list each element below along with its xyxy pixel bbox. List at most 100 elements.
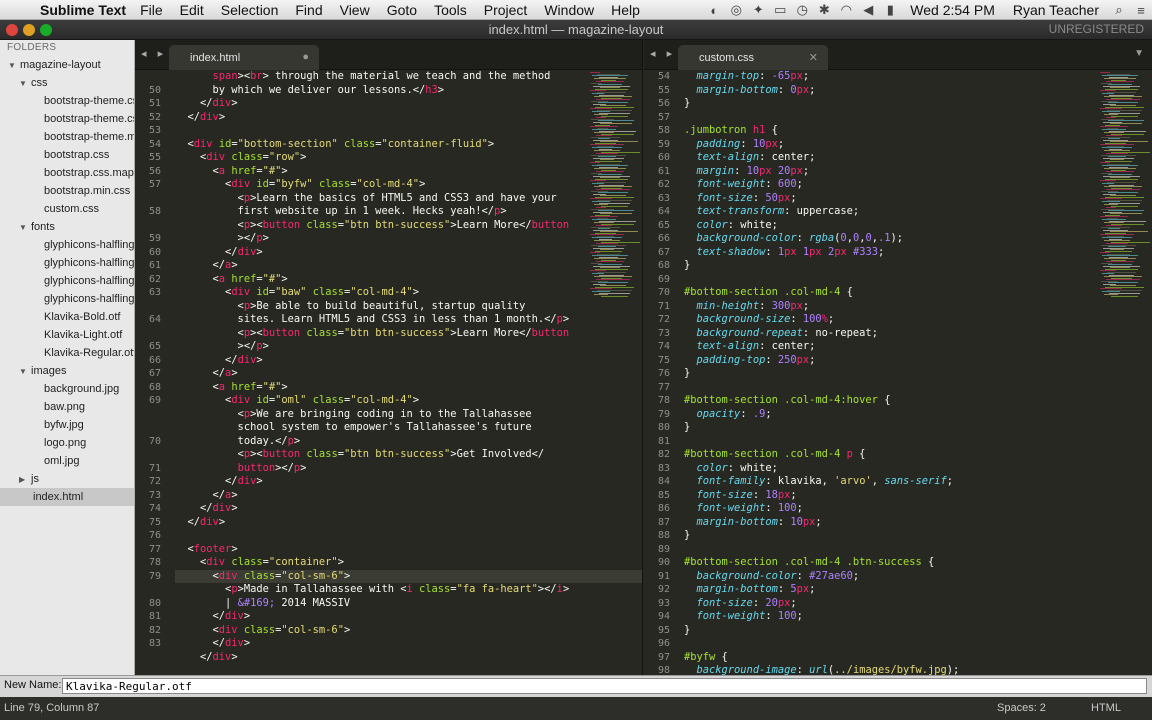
time-machine-icon[interactable]: ◷	[791, 2, 813, 18]
sidebar-file-item[interactable]: glyphicons-halflings-regular.svg	[0, 254, 134, 272]
menu-goto[interactable]: Goto	[387, 2, 417, 18]
sidebar-folder-item[interactable]: ▼ images	[0, 362, 134, 380]
bluetooth-icon[interactable]: ✱	[813, 2, 835, 18]
tab-index-html[interactable]: index.html ●	[169, 45, 319, 70]
code-token: {	[921, 556, 935, 568]
code-token: div	[218, 623, 238, 636]
line-number: 50	[148, 84, 161, 96]
code-token: margin	[696, 164, 735, 177]
code-token: px	[790, 299, 803, 312]
sidebar-file-item[interactable]: bootstrap-theme.min.css	[0, 128, 134, 146]
code-line: </div>	[175, 502, 238, 516]
sidebar-file-item[interactable]: bootstrap.css	[0, 146, 134, 164]
sidebar-folder-item[interactable]: ▶ js	[0, 470, 134, 488]
sidebar-file-item[interactable]: index.html	[0, 488, 134, 506]
disclosure-closed-icon[interactable]: ▶	[19, 471, 31, 488]
code-token: {	[852, 448, 866, 460]
menu-tools[interactable]: Tools	[434, 2, 467, 18]
menu-view[interactable]: View	[340, 2, 370, 18]
sidebar-file-item[interactable]: bootstrap.css.map	[0, 164, 134, 182]
new-name-input[interactable]	[62, 678, 1147, 694]
sidebar-file-item[interactable]: logo.png	[0, 434, 134, 452]
tab-scroll-arrows-icon[interactable]: ◂ ▸	[650, 47, 676, 60]
tab-close-icon[interactable]: ✕	[809, 51, 818, 64]
minimap-right[interactable]	[1097, 70, 1152, 675]
line-number: 61	[148, 260, 161, 271]
line-number: 97	[657, 651, 670, 663]
window-title: index.html — magazine-layout	[488, 22, 664, 37]
sidebar-folder-item[interactable]: ▼ magazine-layout	[0, 56, 134, 74]
menu-file[interactable]: File	[140, 2, 163, 18]
line-number: 51	[148, 98, 161, 109]
tab-custom-css[interactable]: custom.css ✕	[678, 45, 828, 70]
code-line: margin-bottom: 10px;	[684, 516, 822, 530]
code-line: min-height: 300px;	[684, 299, 810, 314]
menu-selection[interactable]: Selection	[221, 2, 279, 18]
sidebar-folder-item[interactable]: ▼ css	[0, 74, 134, 92]
sidebar-file-item[interactable]: custom.css	[0, 200, 134, 218]
sidebar-file-item[interactable]: glyphicons-halflings-regular.woff	[0, 290, 134, 308]
menu-project[interactable]: Project	[484, 2, 528, 18]
sidebar-file-item[interactable]: glyphicons-halflings-regular.eot	[0, 236, 134, 254]
menu-find[interactable]: Find	[295, 2, 322, 18]
sidebar-item-label: glyphicons-halflings-regular.eot	[44, 239, 134, 251]
indentation-setting[interactable]: Spaces: 2	[997, 702, 1046, 714]
sidebar-file-item[interactable]: oml.jpg	[0, 452, 134, 470]
sidebar-file-item[interactable]: byfw.jpg	[0, 416, 134, 434]
disclosure-open-icon[interactable]: ▼	[8, 57, 20, 74]
code-token: ></	[275, 461, 294, 474]
code-line: #bottom-section .col-md-4:hover {	[684, 394, 890, 408]
tab-dirty-dot-icon[interactable]: ●	[302, 51, 309, 63]
airplay-icon[interactable]: ▭	[769, 2, 791, 18]
line-number: 96	[657, 638, 670, 649]
disclosure-open-icon[interactable]: ▼	[19, 219, 31, 236]
menubar-user[interactable]: Ryan Teacher	[1013, 2, 1099, 18]
sidebar-item-label: baw.png	[44, 401, 85, 413]
sidebar-item-label: images	[31, 365, 67, 377]
volume-icon[interactable]: ◀	[857, 2, 879, 18]
sidebar-file-item[interactable]: Klavika-Bold.otf	[0, 308, 134, 326]
code-token: }	[684, 259, 691, 271]
status-app-icon[interactable]: ◐	[703, 3, 725, 18]
battery-icon[interactable]: ▮	[879, 2, 901, 18]
line-number: 85	[657, 489, 670, 501]
code-token: px	[796, 583, 810, 595]
wifi-icon[interactable]: ◠	[835, 2, 857, 18]
disclosure-open-icon[interactable]: ▼	[19, 75, 31, 92]
sidebar-file-item[interactable]: bootstrap-theme.css	[0, 92, 134, 110]
line-number: 94	[657, 611, 670, 622]
sidebar-folder-item[interactable]: ▼ fonts	[0, 218, 134, 236]
minimap-left[interactable]	[587, 70, 642, 675]
menu-edit[interactable]: Edit	[180, 2, 204, 18]
line-number-gutter-left: 50 51 52 53 54 55 56 57 58 59 60 61 62 63 64 65 66 67 68 69…	[135, 70, 163, 675]
tab-scroll-arrows-icon[interactable]: ◂ ▸	[141, 47, 167, 60]
sidebar-file-item[interactable]: baw.png	[0, 398, 134, 416]
code-token: :	[740, 407, 753, 420]
sidebar-file-item[interactable]: background.jpg	[0, 380, 134, 398]
sidebar-file-item[interactable]: Klavika-Regular.otf	[0, 344, 134, 362]
menu-window[interactable]: Window	[544, 2, 594, 18]
sidebar-file-item[interactable]: glyphicons-halflings-regular.ttf	[0, 272, 134, 290]
code-token: <	[175, 178, 232, 190]
disclosure-open-icon[interactable]: ▼	[19, 363, 31, 380]
sidebar-file-item[interactable]: bootstrap-theme.css.map	[0, 110, 134, 128]
tab-overflow-menu-icon[interactable]: ▼	[1134, 48, 1144, 59]
notification-center-icon[interactable]: ≡	[1130, 3, 1152, 18]
app-name-menu[interactable]: Sublime Text	[40, 2, 126, 18]
sync-icon[interactable]: ◎	[725, 2, 747, 18]
sidebar-file-item[interactable]: Klavika-Light.otf	[0, 326, 134, 344]
spotlight-search-icon[interactable]: ⌕	[1108, 2, 1130, 18]
code-line: <div class="col-sm-6">	[175, 570, 351, 584]
sidebar-file-item[interactable]: bootstrap.min.css	[0, 182, 134, 200]
syntax-selector[interactable]: HTML	[1091, 702, 1121, 714]
code-token: #bottom-section .col-md-4 .btn-success	[684, 556, 922, 568]
code-token: <	[175, 326, 244, 339]
menubar-clock[interactable]: Wed 2:54 PM	[910, 2, 995, 18]
line-number: 58	[148, 206, 161, 217]
sidebar-item-label: glyphicons-halflings-regular.svg	[44, 257, 134, 269]
dropbox-icon[interactable]: ✦	[747, 2, 769, 18]
menu-help[interactable]: Help	[611, 2, 640, 18]
line-number: 69	[148, 395, 161, 406]
